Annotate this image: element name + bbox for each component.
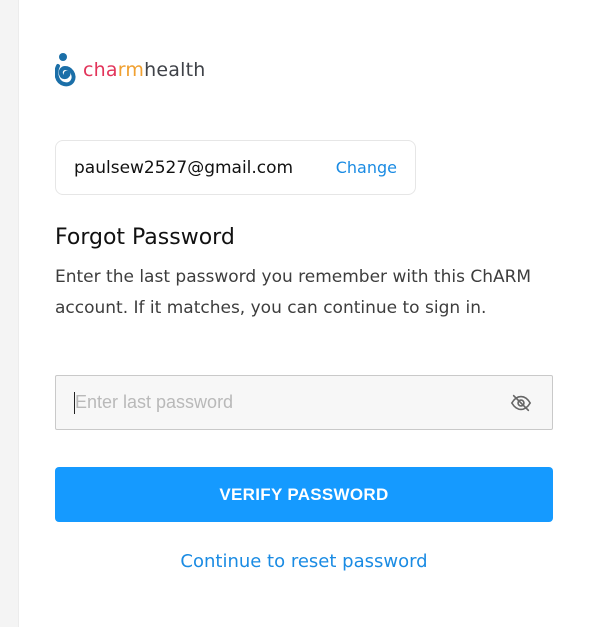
continue-reset-password-link[interactable]: Continue to reset password [55, 551, 553, 572]
change-account-link[interactable]: Change [336, 158, 397, 177]
page-title: Forgot Password [55, 225, 235, 250]
eye-slash-icon[interactable] [510, 392, 532, 414]
logo-text-health: health [144, 59, 206, 81]
logo-wordmark: cha rm health [83, 59, 205, 81]
logo-text-rm: rm [117, 59, 145, 81]
text-cursor [74, 392, 75, 414]
account-email: paulsew2527@gmail.com [74, 157, 294, 178]
last-password-input[interactable] [56, 376, 510, 429]
logo-text-cha: cha [83, 59, 118, 81]
login-card: cha rm health paulsew2527@gmail.com Change… [18, 0, 599, 627]
charmhealth-logo-icon [55, 53, 76, 87]
charmhealth-logo: cha rm health [55, 52, 205, 88]
last-password-field[interactable] [55, 375, 553, 430]
page-description: Enter the last password you remember wit… [55, 267, 532, 318]
verify-password-button[interactable]: VERIFY PASSWORD [55, 467, 553, 522]
account-identifier-box: paulsew2527@gmail.com Change [55, 140, 416, 195]
